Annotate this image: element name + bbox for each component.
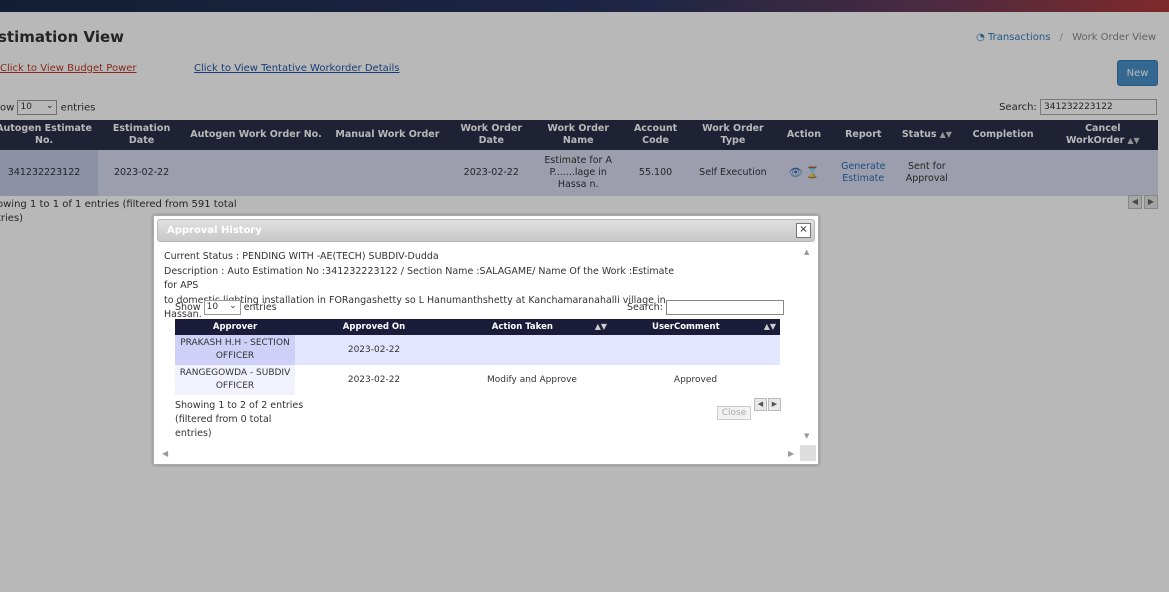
- dialog-search-input[interactable]: [665, 300, 784, 315]
- cell-approved-on: 2023-02-22: [295, 335, 453, 365]
- cell-action-taken: Modify and Approve: [453, 365, 611, 395]
- sort-both-icon: ▲▼: [594, 322, 607, 331]
- sort-both-icon: ▲▼: [763, 322, 776, 331]
- dialog-search-label: Search:: [627, 302, 663, 313]
- dialog-table-info: Showing 1 to 2 of 2 entries (filtered fr…: [175, 400, 304, 439]
- scroll-down-icon[interactable]: ▼: [804, 432, 809, 440]
- scroll-left-icon[interactable]: ◀: [162, 449, 168, 458]
- description-line1: Description : Auto Estimation No :341232…: [164, 265, 675, 292]
- cell-approved-on: 2023-02-22: [295, 365, 453, 395]
- prev-page-icon[interactable]: ◀: [754, 398, 767, 411]
- col-action-taken[interactable]: Action Taken ▲▼: [453, 319, 611, 335]
- close-icon[interactable]: ×: [796, 223, 811, 238]
- approval-table: Approver Approved On Action Taken ▲▼ User…: [175, 319, 780, 395]
- cell-approver: RANGEGOWDA - SUBDIV OFFICER: [175, 365, 295, 395]
- cell-action-taken: [453, 335, 611, 365]
- scrollbar-corner: [800, 445, 816, 461]
- col-approver[interactable]: Approver: [175, 319, 295, 335]
- table-row: RANGEGOWDA - SUBDIV OFFICER 2023-02-22 M…: [175, 365, 780, 395]
- show-label: Show: [175, 302, 201, 313]
- next-page-icon[interactable]: ▶: [768, 398, 781, 411]
- cell-user-comment: [611, 335, 780, 365]
- dialog-title: Approval History: [167, 225, 262, 236]
- dialog-header: Approval History ×: [157, 219, 815, 242]
- col-approved-on[interactable]: Approved On: [295, 319, 453, 335]
- scroll-up-icon[interactable]: ▲: [804, 248, 809, 256]
- col-user-comment[interactable]: UserComment ▲▼: [611, 319, 780, 335]
- entries-label: entries: [243, 302, 277, 313]
- dialog-search-control: Search:: [627, 300, 784, 315]
- current-status: Current Status : PENDING WITH -AE(TECH) …: [164, 251, 439, 262]
- close-button[interactable]: Close: [717, 406, 751, 420]
- table-row: PRAKASH H.H - SECTION OFFICER 2023-02-22: [175, 335, 780, 365]
- dialog-entries-control: Show 10 ⌄ entries: [175, 300, 277, 315]
- chevron-down-icon: ⌄: [229, 301, 237, 311]
- cell-approver: PRAKASH H.H - SECTION OFFICER: [175, 335, 295, 365]
- cell-user-comment: Approved: [611, 365, 780, 395]
- approval-history-dialog: Approval History × ▲ Current Status : PE…: [153, 215, 819, 465]
- scroll-right-icon[interactable]: ▶: [788, 449, 794, 458]
- dialog-entries-select[interactable]: 10 ⌄: [203, 300, 241, 315]
